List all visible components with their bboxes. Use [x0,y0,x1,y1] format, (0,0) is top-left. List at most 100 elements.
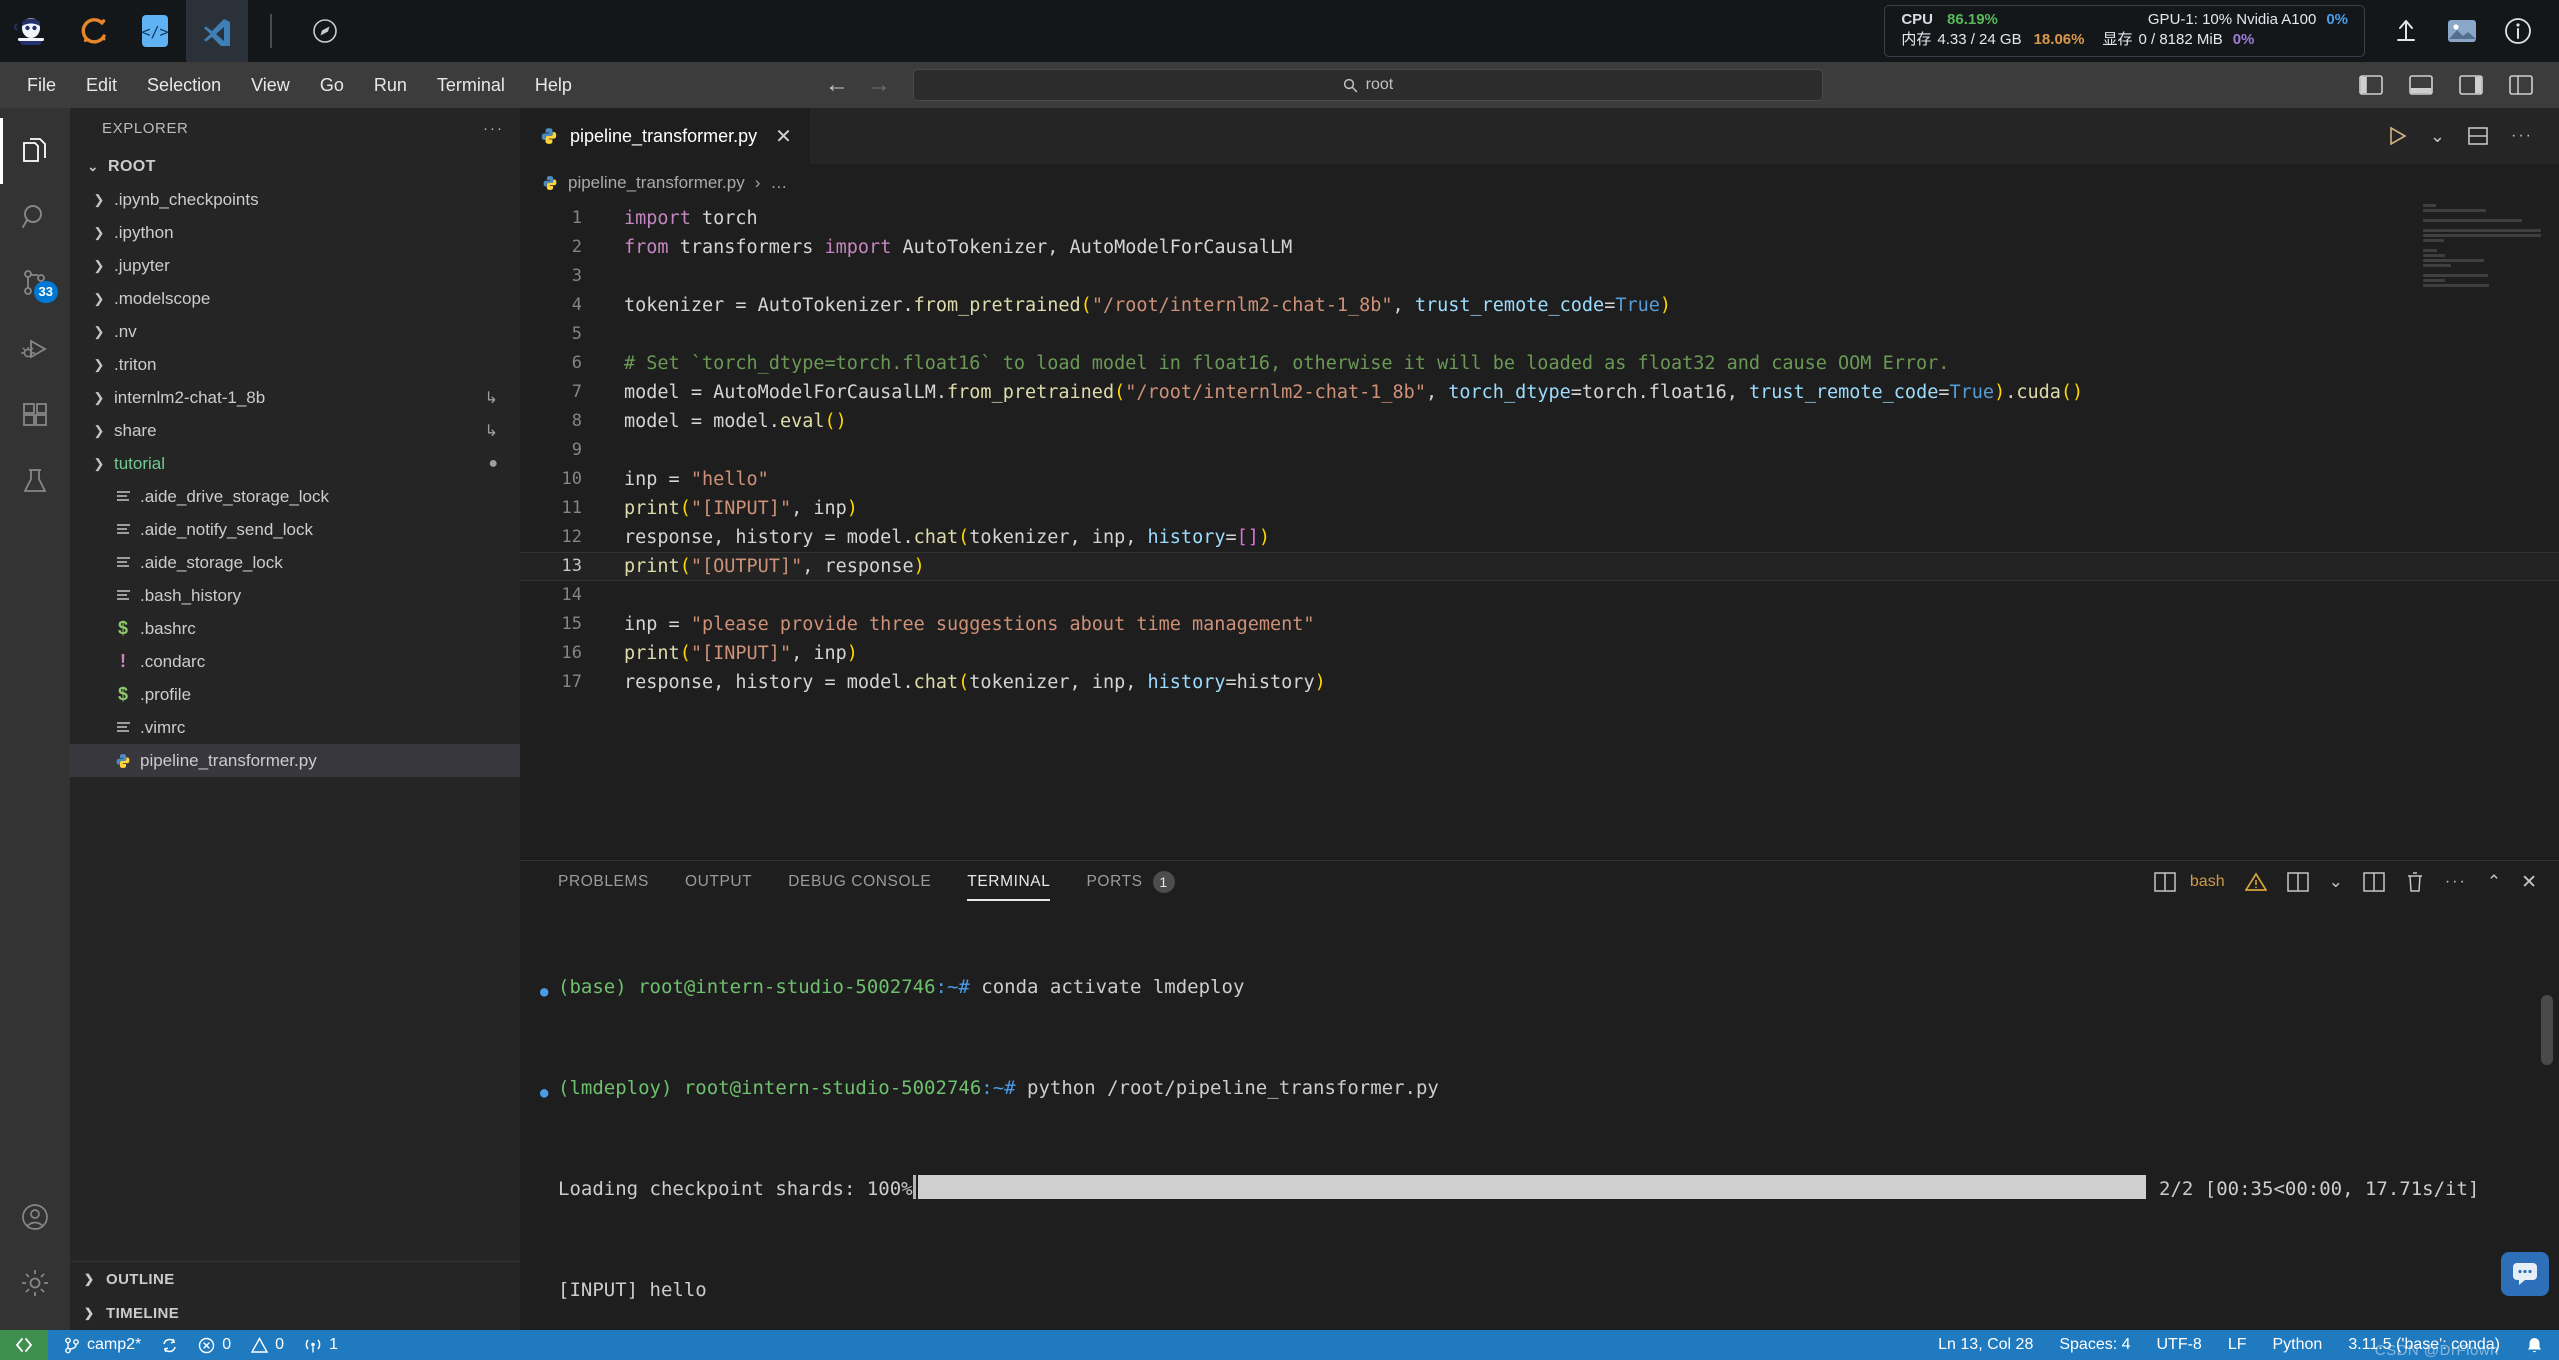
shell-label[interactable]: bash [2190,873,2225,891]
breadcrumb-tail[interactable]: … [770,173,787,193]
chevron-down-icon[interactable]: ⌄ [2430,126,2445,147]
sidebar-item-explorer[interactable] [0,118,70,184]
sidebar-item-extensions[interactable] [0,382,70,448]
tree-item-file[interactable]: .aide_storage_lock [70,546,520,579]
status-branch-label: camp2* [87,1336,142,1353]
terminal-output[interactable]: ● (base) root@intern-studio-5002746:~# c… [520,903,2559,1330]
tab-terminal[interactable]: TERMINAL [949,861,1068,903]
status-cursor-position[interactable]: Ln 13, Col 28 [1938,1336,2033,1354]
split-terminal-icon[interactable] [2154,872,2176,892]
tree-item-folder[interactable]: ❯ .ipynb_checkpoints [70,183,520,216]
warning-icon[interactable] [2244,872,2267,892]
tab-output[interactable]: OUTPUT [667,861,770,903]
robot-logo-icon[interactable] [0,0,62,62]
compass-icon[interactable] [294,0,356,62]
conda-logo-icon[interactable] [62,0,124,62]
sync-icon[interactable] [161,1337,178,1354]
menu-view[interactable]: View [238,70,303,101]
status-language[interactable]: Python [2273,1336,2323,1354]
chevron-down-icon[interactable]: ⌄ [2329,872,2343,892]
navigation-buttons: ← → [825,73,891,97]
toggle-secondary-sidebar-icon[interactable] [2459,75,2483,95]
tab-ports[interactable]: PORTS 1 [1068,861,1192,903]
status-bar: camp2* 0 0 1 Ln 13, Col 28 Spaces: 4 UTF… [0,1330,2559,1360]
new-terminal-icon[interactable] [2286,872,2309,892]
menu-help[interactable]: Help [522,70,585,101]
image-icon[interactable] [2447,16,2477,46]
sidebar-item-search[interactable] [0,184,70,250]
chat-assistant-button[interactable] [2501,1252,2549,1296]
code-editor[interactable]: 1 import torch 2 from transformers import A… [520,202,2559,860]
ellipsis-icon[interactable]: ··· [2445,873,2467,891]
status-branch[interactable]: camp2* [64,1336,141,1354]
split-editor-icon[interactable] [2467,125,2489,147]
menu-terminal[interactable]: Terminal [424,70,518,101]
minimap[interactable] [2423,202,2543,860]
menu-selection[interactable]: Selection [134,70,234,101]
status-indentation[interactable]: Spaces: 4 [2059,1336,2130,1354]
tree-item-file[interactable]: .aide_notify_send_lock [70,513,520,546]
sidebar-item-run-debug[interactable] [0,316,70,382]
section-label: OUTLINE [106,1270,175,1288]
status-warnings[interactable]: 0 [251,1336,284,1354]
upload-arrow-icon[interactable] [2391,16,2421,46]
split-panel-icon[interactable] [2363,872,2385,892]
run-python-icon[interactable] [2386,125,2408,147]
search-input[interactable]: root [912,69,1823,101]
status-interpreter[interactable]: 3.11.5 ('base': conda) [2348,1336,2500,1354]
arrow-left-icon[interactable]: ← [825,73,849,97]
line-content: inp = "please provide three suggestions … [624,614,1315,635]
tab-problems[interactable]: PROBLEMS [540,861,667,903]
tree-root[interactable]: ⌄ ROOT [70,150,520,183]
status-ports[interactable]: 1 [304,1336,338,1354]
info-icon[interactable] [2503,16,2533,46]
tree-item-folder[interactable]: ❯ internlm2-chat-1_8b ↳ [70,381,520,414]
tree-item-folder[interactable]: ❯ tutorial ● [70,447,520,480]
menu-edit[interactable]: Edit [73,70,130,101]
close-icon[interactable]: ✕ [2521,871,2537,894]
tree-item-folder[interactable]: ❯ .jupyter [70,249,520,282]
gear-icon[interactable] [0,1250,70,1316]
section-timeline[interactable]: ❯ TIMELINE [70,1296,520,1330]
tree-item-folder[interactable]: ❯ .triton [70,348,520,381]
bell-icon[interactable] [2526,1336,2543,1354]
vscode-logo-icon[interactable] [186,0,248,62]
sidebar-item-source-control[interactable]: 33 [0,250,70,316]
menu-file[interactable]: File [14,70,69,101]
toggle-panel-icon[interactable] [2409,75,2433,95]
section-outline[interactable]: ❯ OUTLINE [70,1262,520,1296]
status-errors[interactable]: 0 [198,1336,231,1354]
chevron-up-icon[interactable]: ⌃ [2487,872,2501,892]
breadcrumb-file[interactable]: pipeline_transformer.py [568,173,745,193]
tab-debug-console[interactable]: DEBUG CONSOLE [770,861,949,903]
account-icon[interactable] [0,1184,70,1250]
status-eol[interactable]: LF [2228,1336,2247,1354]
customize-layout-icon[interactable] [2509,75,2535,95]
tree-item-file[interactable]: $ .profile [70,678,520,711]
tree-item-folder[interactable]: ❯ .nv [70,315,520,348]
tree-item-file[interactable]: $ .bashrc [70,612,520,645]
tree-item-file[interactable]: .aide_drive_storage_lock [70,480,520,513]
code-brackets-icon[interactable]: </> [124,0,186,62]
status-encoding[interactable]: UTF-8 [2157,1336,2202,1354]
trash-icon[interactable] [2405,871,2425,893]
tree-item-folder[interactable]: ❯ .ipython [70,216,520,249]
terminal-scrollbar[interactable] [2541,995,2553,1065]
tree-item-file[interactable]: .bash_history [70,579,520,612]
tree-item-file-selected[interactable]: pipeline_transformer.py [70,744,520,777]
sidebar-item-testing[interactable] [0,448,70,514]
menu-go[interactable]: Go [307,70,357,101]
arrow-right-icon[interactable]: → [867,73,891,97]
remote-indicator-icon[interactable] [0,1330,48,1360]
tab-pipeline-transformer[interactable]: pipeline_transformer.py ✕ [520,108,811,164]
terminal-tail: :~# [935,976,982,998]
ellipsis-icon[interactable]: ··· [2511,127,2533,145]
tree-item-file[interactable]: ! .condarc [70,645,520,678]
menu-run[interactable]: Run [361,70,420,101]
tree-item-file[interactable]: .vimrc [70,711,520,744]
toggle-primary-sidebar-icon[interactable] [2359,75,2383,95]
tree-item-folder[interactable]: ❯ .modelscope [70,282,520,315]
tree-item-folder[interactable]: ❯ share ↳ [70,414,520,447]
close-icon[interactable]: ✕ [775,124,792,149]
ellipsis-icon[interactable]: ··· [483,120,504,137]
